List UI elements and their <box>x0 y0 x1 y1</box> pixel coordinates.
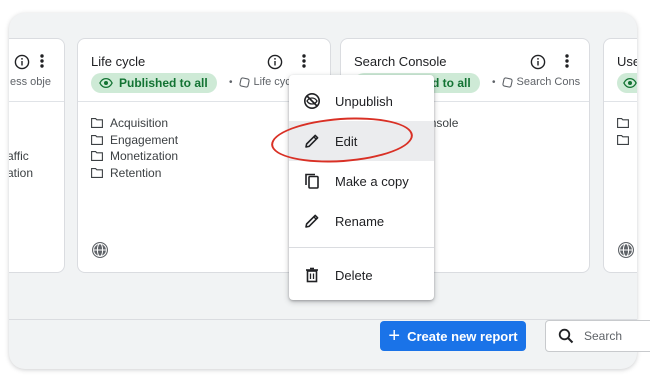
footer-divider <box>9 319 637 320</box>
plus-icon: + <box>388 325 401 347</box>
status-badge-label: Published to all <box>119 76 208 90</box>
folder-list <box>617 115 636 148</box>
card-title: Search Console <box>354 54 447 69</box>
menu-divider <box>289 247 434 248</box>
separator-dot: • <box>229 76 233 88</box>
status-badge <box>617 73 637 93</box>
card-header: ess obje <box>9 39 64 102</box>
menu-item-label: Delete <box>335 267 373 283</box>
search-placeholder: Search <box>584 329 623 343</box>
menu-item-make-a-copy[interactable]: Make a copy <box>289 161 434 201</box>
folder-item: Monetization <box>91 148 178 165</box>
search-input[interactable]: Search <box>545 320 650 352</box>
context-menu: Unpublish Edit Make a copy Rename Delete <box>289 75 434 300</box>
status-badge: Published to all <box>91 73 217 93</box>
card-meta-text: Search Cons <box>516 76 581 88</box>
folder-item: Engagement <box>91 132 178 149</box>
card-meta: • Life cycle <box>223 76 299 88</box>
create-new-report-button[interactable]: + Create new report <box>380 321 526 351</box>
menu-item-delete[interactable]: Delete <box>289 255 434 295</box>
trash-icon <box>289 266 335 284</box>
separator-dot: • <box>492 76 496 88</box>
folder-icon <box>91 151 103 162</box>
card-title: Use <box>617 54 637 69</box>
copy-icon <box>289 172 335 190</box>
folder-item: Acquisition <box>91 115 178 132</box>
eye-icon <box>99 76 113 90</box>
folder-icon <box>617 134 629 145</box>
menu-item-rename[interactable]: Rename <box>289 201 434 241</box>
card-meta-text: ess obje <box>10 76 51 88</box>
folder-list: Acquisition Engagement Monetization Rete… <box>91 115 178 181</box>
report-card[interactable]: ess obje affic ation <box>9 38 65 273</box>
menu-item-label: Make a copy <box>335 173 409 189</box>
create-new-report-label: Create new report <box>407 328 518 344</box>
folder-list: affic ation <box>9 115 33 181</box>
folder-item <box>9 132 33 149</box>
globe-icon <box>617 241 635 259</box>
folder-icon <box>91 118 103 129</box>
folder-item <box>617 115 636 132</box>
card-meta: ess obje <box>10 76 51 88</box>
folder-item <box>617 132 636 149</box>
folder-icon <box>91 167 103 178</box>
folder-icon <box>617 118 629 129</box>
menu-item-label: Rename <box>335 213 385 229</box>
unpublish-icon <box>289 92 335 110</box>
card-header: Use <box>604 39 637 102</box>
info-icon[interactable] <box>14 54 30 70</box>
menu-item-label: Unpublish <box>335 93 393 109</box>
info-icon[interactable] <box>267 54 283 70</box>
collection-icon <box>238 76 250 88</box>
more-options-icon[interactable] <box>39 53 45 69</box>
folder-item: ation <box>9 165 34 180</box>
collection-icon <box>501 76 513 88</box>
card-title: Life cycle <box>91 54 146 69</box>
pencil-icon <box>289 212 335 230</box>
folder-item <box>9 115 33 132</box>
more-options-icon[interactable] <box>564 53 570 69</box>
menu-item-unpublish[interactable]: Unpublish <box>289 81 434 121</box>
folder-item: affic <box>9 149 29 164</box>
card-meta: • Search Cons <box>486 76 580 88</box>
more-options-icon[interactable] <box>301 53 307 69</box>
search-icon <box>558 328 574 344</box>
report-card[interactable]: Use <box>603 38 637 273</box>
info-icon[interactable] <box>530 54 546 70</box>
globe-icon <box>91 241 109 259</box>
folder-item: Retention <box>91 165 178 182</box>
eye-icon <box>623 76 637 90</box>
folder-icon <box>91 134 103 145</box>
